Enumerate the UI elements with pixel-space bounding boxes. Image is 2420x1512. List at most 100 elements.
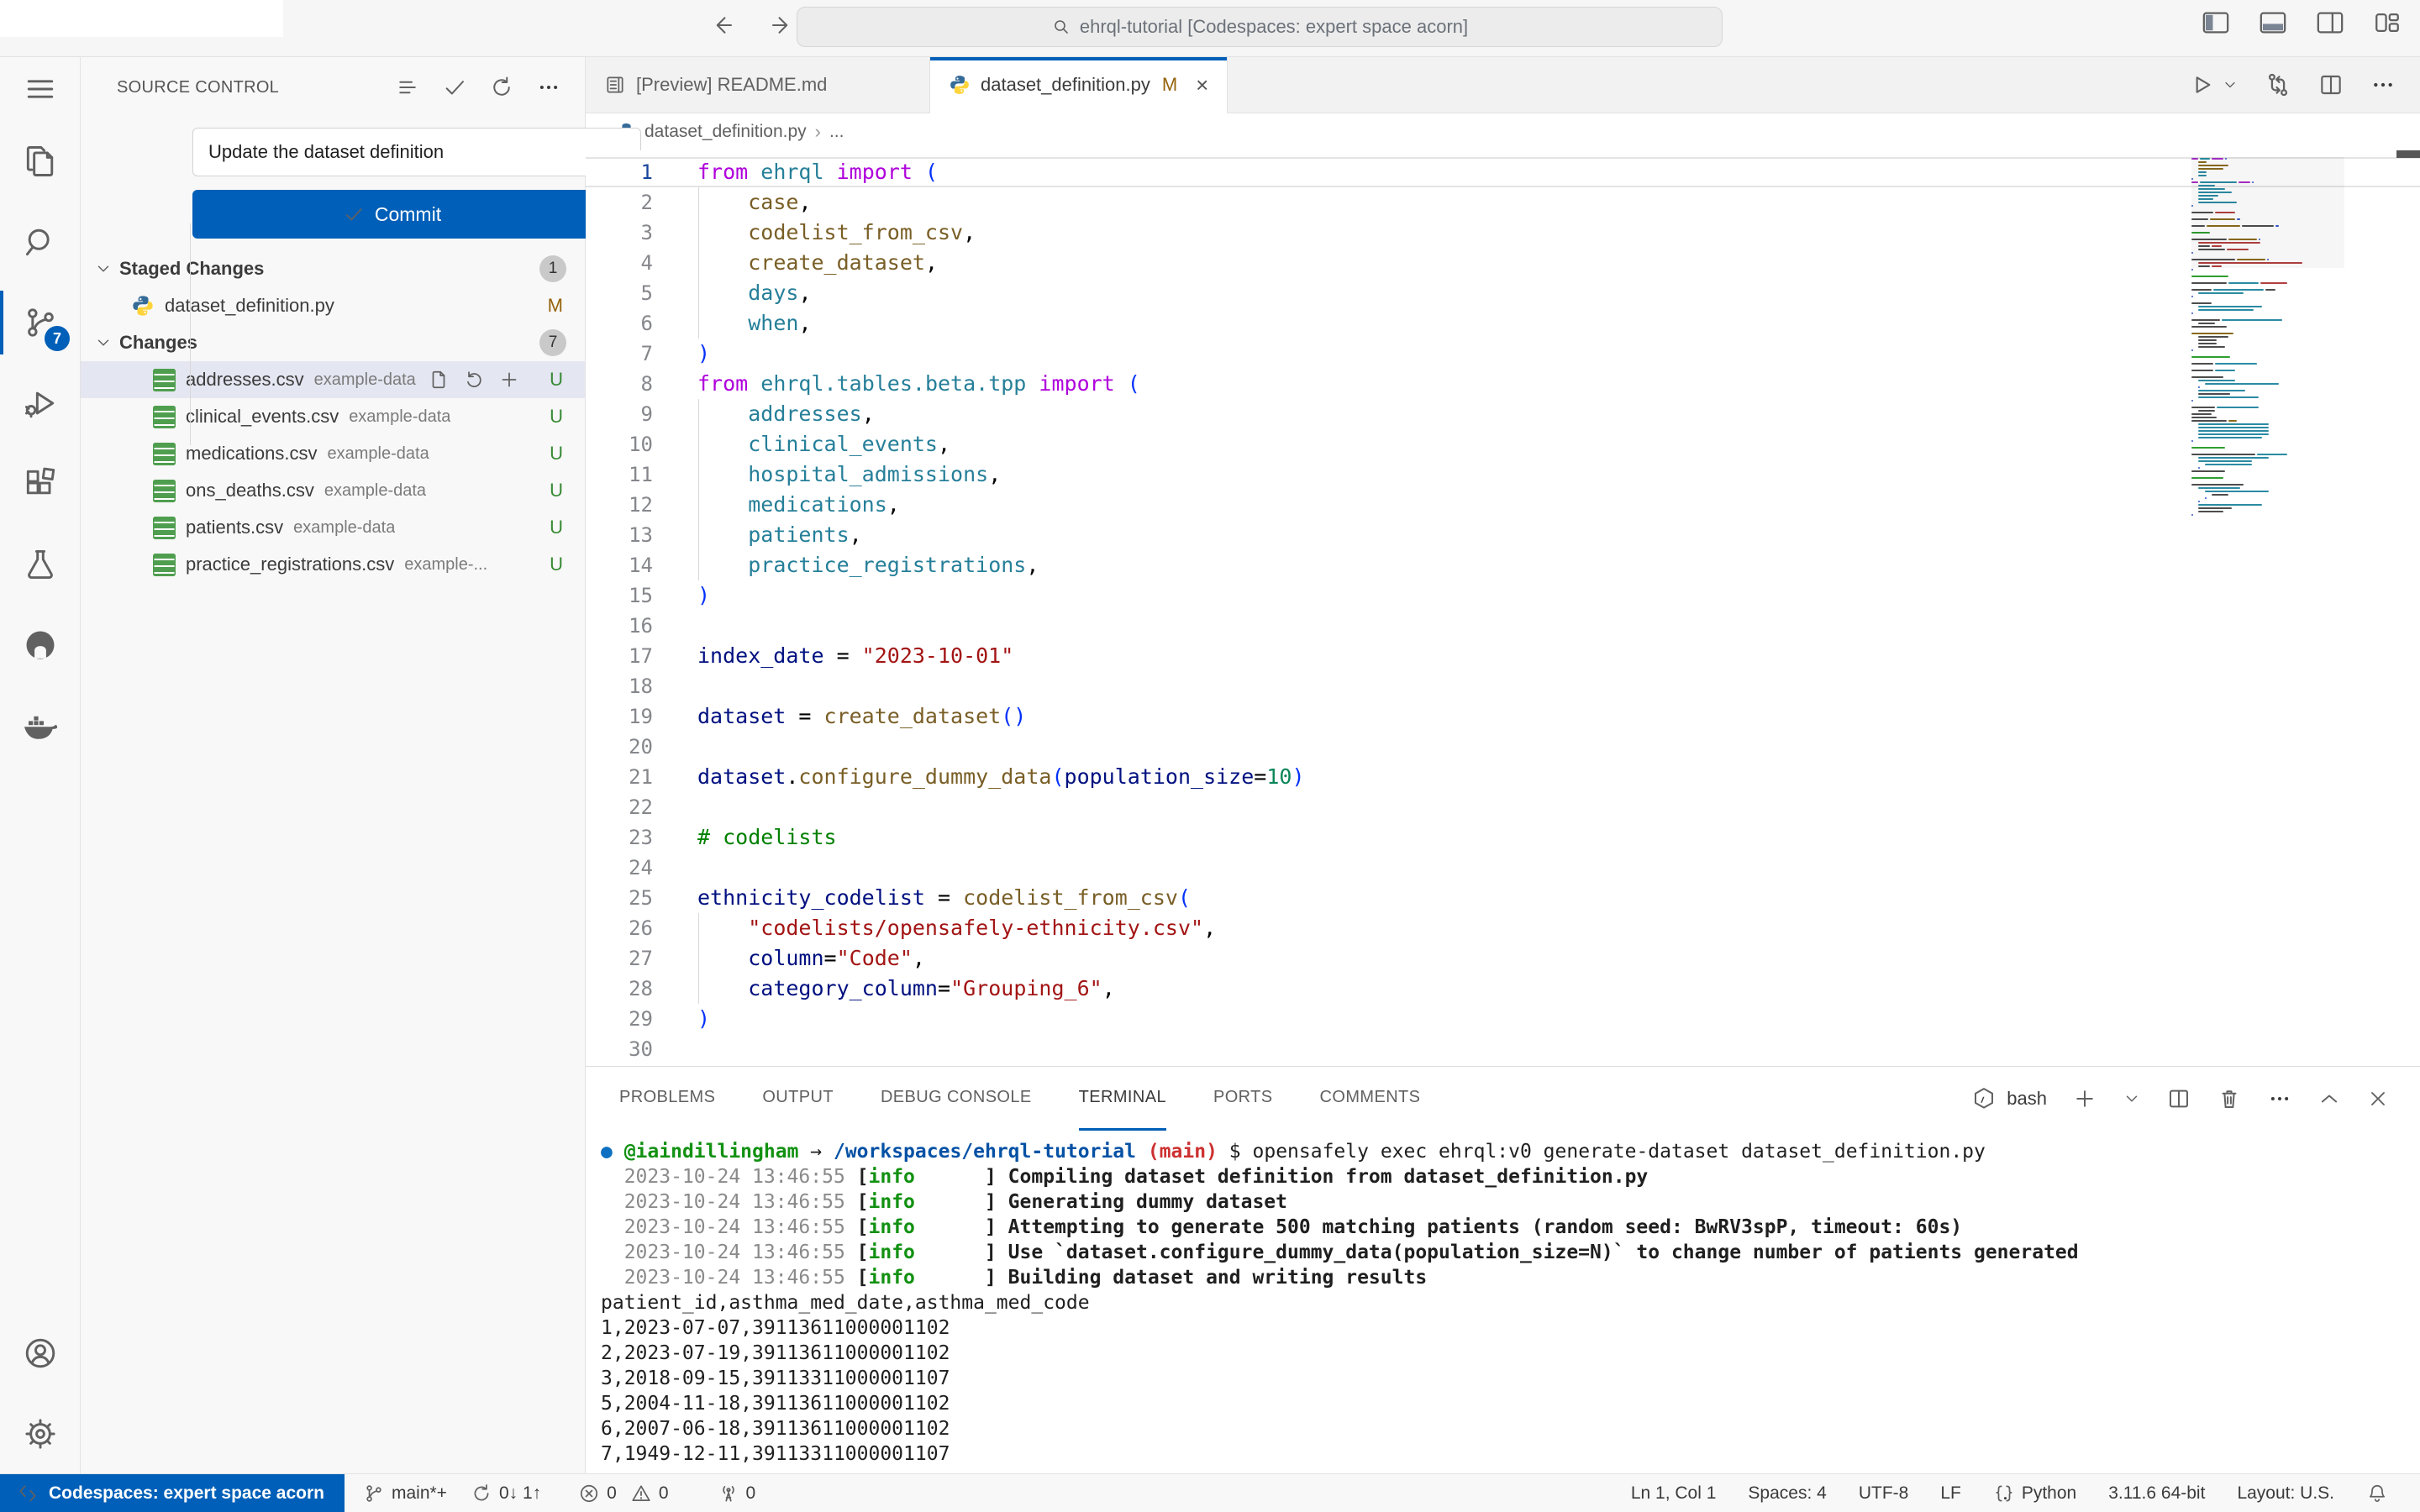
code-line[interactable]: 20 <box>586 732 2420 762</box>
code-line[interactable]: 25 ethnicity_codelist = codelist_from_csv… <box>586 883 2420 913</box>
discard-changes-icon[interactable] <box>463 369 485 391</box>
change-file-row[interactable]: patients.csv example-data U <box>81 509 585 546</box>
more-actions-icon[interactable] <box>536 75 561 100</box>
terminal-dropdown-icon[interactable] <box>2123 1089 2141 1108</box>
code-line[interactable]: 2 case, <box>586 187 2420 218</box>
code-line[interactable]: 29) <box>586 1004 2420 1034</box>
tab-comments[interactable]: COMMENTS <box>1320 1067 1421 1131</box>
toggle-secondary-sidebar-icon[interactable] <box>2316 10 2344 35</box>
keyboard-layout[interactable]: Layout: U.S. <box>2227 1474 2344 1512</box>
source-control-icon[interactable]: 7 <box>0 282 80 363</box>
code-line[interactable]: 17 index_date = "2023-10-01" <box>586 641 2420 671</box>
toggle-panel-icon[interactable] <box>2259 10 2287 35</box>
code-line[interactable]: 14 practice_registrations, <box>586 550 2420 580</box>
commit-message-input[interactable] <box>192 128 641 176</box>
minimap[interactable] <box>2191 157 2344 517</box>
split-terminal-icon[interactable] <box>2166 1086 2191 1111</box>
split-editor-icon[interactable] <box>2317 71 2344 98</box>
new-terminal-icon[interactable] <box>2072 1086 2097 1111</box>
code-editor[interactable]: 1 from ehrql import (2 case, 3 codelist_fr… <box>586 150 2420 1066</box>
commit-check-icon[interactable] <box>442 75 467 100</box>
menu-icon[interactable] <box>0 57 80 121</box>
problems-item[interactable]: 0 0 <box>566 1474 680 1512</box>
history-forward-button[interactable] <box>765 8 798 42</box>
commit-button[interactable]: Commit <box>192 190 641 239</box>
code-line[interactable]: 1 from ehrql import ( <box>586 157 2420 187</box>
code-line[interactable]: 6 when, <box>586 308 2420 339</box>
change-file-row[interactable]: practice_registrations.csv example-... U <box>81 546 585 583</box>
view-as-list-icon[interactable] <box>395 75 420 100</box>
cursor-position[interactable]: Ln 1, Col 1 <box>1621 1474 1727 1512</box>
run-python-button[interactable] <box>2188 71 2238 98</box>
code-line[interactable]: 11 hospital_admissions, <box>586 459 2420 490</box>
code-line[interactable]: 4 create_dataset, <box>586 248 2420 278</box>
command-center-search[interactable]: ehrql-tutorial [Codespaces: expert space… <box>797 7 1723 47</box>
code-line[interactable]: 9 addresses, <box>586 399 2420 429</box>
tab-problems[interactable]: PROBLEMS <box>619 1067 715 1131</box>
staged-file-row[interactable]: dataset_definition.py M <box>81 287 585 324</box>
kill-terminal-icon[interactable] <box>2217 1086 2242 1111</box>
code-line[interactable]: 3 codelist_from_csv, <box>586 218 2420 248</box>
more-actions-icon[interactable] <box>2370 71 2396 98</box>
terminal-output[interactable]: ● @iaindillingham → /workspaces/ehrql-tu… <box>586 1131 2420 1474</box>
close-icon[interactable]: × <box>1196 72 1208 98</box>
encoding[interactable]: UTF-8 <box>1849 1474 1919 1512</box>
code-line[interactable]: 13 patients, <box>586 520 2420 550</box>
stage-changes-icon[interactable] <box>498 369 520 391</box>
code-line[interactable]: 18 <box>586 671 2420 701</box>
ports-item[interactable]: 0 <box>706 1474 768 1512</box>
tab-readme-preview[interactable]: [Preview] README.md <box>586 57 930 113</box>
run-debug-icon[interactable] <box>0 363 80 444</box>
indentation[interactable]: Spaces: 4 <box>1738 1474 1836 1512</box>
refresh-icon[interactable] <box>489 75 514 100</box>
code-line[interactable]: 22 <box>586 792 2420 822</box>
tab-debug-console[interactable]: DEBUG CONSOLE <box>881 1067 1032 1131</box>
code-line[interactable]: 7) <box>586 339 2420 369</box>
code-line[interactable]: 30 <box>586 1034 2420 1064</box>
code-line[interactable]: 10 clinical_events, <box>586 429 2420 459</box>
notifications-bell-icon[interactable] <box>2356 1474 2398 1512</box>
eol-sequence[interactable]: LF <box>1930 1474 1971 1512</box>
github-icon[interactable] <box>0 605 80 685</box>
minimap-slider[interactable] <box>2191 157 2344 268</box>
code-line[interactable]: 24 <box>586 853 2420 883</box>
staged-changes-header[interactable]: Staged Changes 1 <box>81 250 585 287</box>
branch-item[interactable]: main*+ <box>345 1474 459 1512</box>
search-view-icon[interactable] <box>0 202 80 282</box>
settings-icon[interactable] <box>0 1394 80 1474</box>
code-line[interactable]: 27 column="Code", <box>586 943 2420 974</box>
code-line[interactable]: 8 from ehrql.tables.beta.tpp import ( <box>586 369 2420 399</box>
tab-ports[interactable]: PORTS <box>1213 1067 1273 1131</box>
toggle-sidebar-icon[interactable] <box>2202 10 2230 35</box>
open-changes-icon[interactable] <box>2264 71 2292 99</box>
tab-terminal[interactable]: TERMINAL <box>1078 1067 1166 1131</box>
extensions-icon[interactable] <box>0 444 80 524</box>
terminal-instance[interactable]: bash <box>1971 1086 2047 1111</box>
maximize-panel-icon[interactable] <box>2317 1087 2341 1110</box>
code-line[interactable]: 21 dataset.configure_dummy_data(populatio… <box>586 762 2420 792</box>
code-line[interactable]: 23 # codelists <box>586 822 2420 853</box>
breadcrumb[interactable]: dataset_definition.py › ... <box>586 113 2420 150</box>
language-mode[interactable]: Python <box>1983 1474 2086 1512</box>
tab-dataset-definition[interactable]: dataset_definition.py M × <box>930 57 1228 113</box>
change-file-row[interactable]: ons_deaths.csv example-data U <box>81 472 585 509</box>
tab-output[interactable]: OUTPUT <box>762 1067 834 1131</box>
remote-indicator[interactable]: Codespaces: expert space acorn <box>0 1474 345 1512</box>
accounts-icon[interactable] <box>0 1313 80 1394</box>
explorer-icon[interactable] <box>0 121 80 202</box>
open-file-icon[interactable] <box>428 369 450 391</box>
code-line[interactable]: 28 category_column="Grouping_6", <box>586 974 2420 1004</box>
code-line[interactable]: 16 <box>586 611 2420 641</box>
sync-item[interactable]: 0↓ 1↑ <box>459 1474 553 1512</box>
history-back-button[interactable] <box>706 8 739 42</box>
code-line[interactable]: 19 dataset = create_dataset() <box>586 701 2420 732</box>
change-file-row[interactable]: clinical_events.csv example-data U <box>81 398 585 435</box>
change-file-row[interactable]: medications.csv example-data U <box>81 435 585 472</box>
change-file-row[interactable]: addresses.csv example-data U <box>81 361 585 398</box>
code-line[interactable]: 15) <box>586 580 2420 611</box>
more-actions-icon[interactable] <box>2267 1086 2292 1111</box>
customize-layout-icon[interactable] <box>2373 10 2402 35</box>
code-line[interactable]: 5 days, <box>586 278 2420 308</box>
code-line[interactable]: 26 "codelists/opensafely-ethnicity.csv", <box>586 913 2420 943</box>
python-version[interactable]: 3.11.6 64-bit <box>2098 1474 2215 1512</box>
